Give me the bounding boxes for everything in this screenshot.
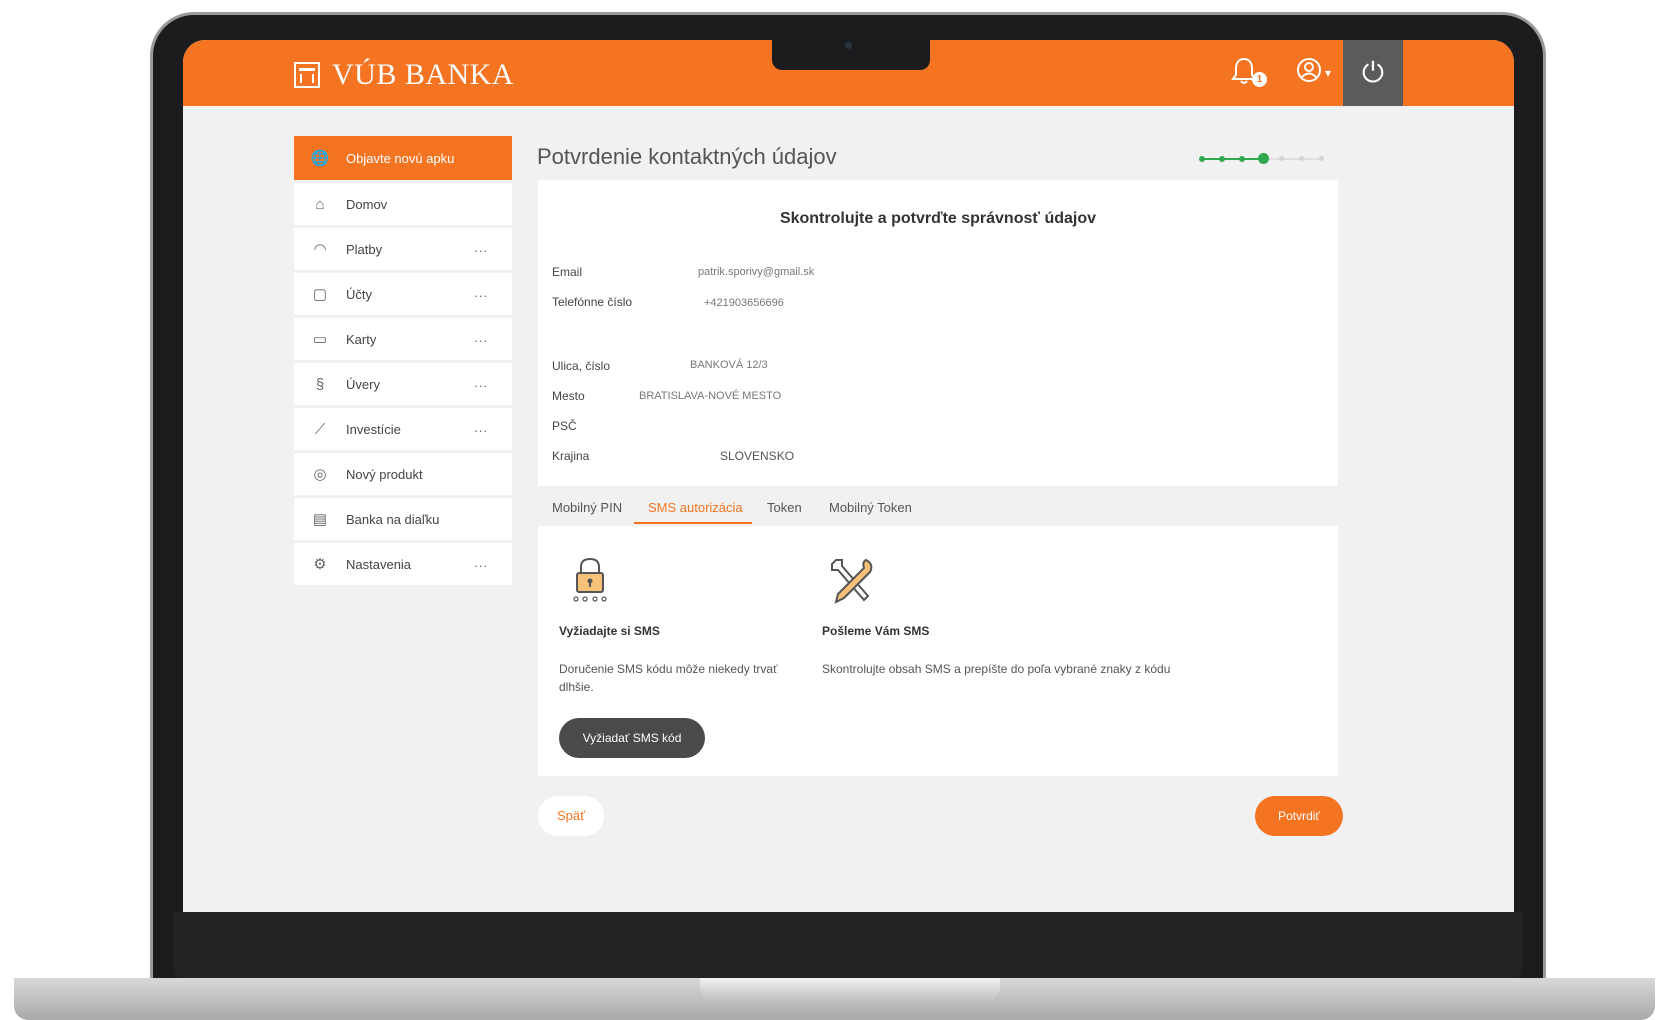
tab-sms-authorization[interactable]: SMS autorizácia: [648, 500, 743, 515]
sidebar-item-label: Banka na diaľku: [346, 511, 440, 527]
tab-token[interactable]: Token: [767, 500, 802, 515]
home-icon: ⌂: [315, 195, 325, 213]
street-label: Ulica, číslo: [552, 359, 611, 373]
loan-icon: §: [315, 375, 325, 393]
chevron-down-icon[interactable]: ▾: [1325, 66, 1331, 80]
active-tab-indicator: [634, 522, 752, 524]
sidebar-item-new-app[interactable]: 🌐 Objavte novú apku: [294, 136, 512, 180]
card-heading: Skontrolujte a potvrďte správnosť údajov: [779, 210, 1097, 227]
back-button[interactable]: Späť: [538, 796, 604, 836]
bank-logo-icon: [294, 62, 320, 88]
auth-tabs: Mobilný PIN SMS autorizácia Token Mobiln…: [538, 492, 1338, 524]
user-icon[interactable]: [1295, 56, 1323, 91]
send-sms-text: Skontrolujte obsah SMS a prepíšte do poľ…: [822, 662, 1171, 676]
more-icon[interactable]: ...: [474, 285, 488, 300]
tab-mobile-token[interactable]: Mobilný Token: [829, 500, 912, 515]
sidebar-item-label: Platby: [346, 241, 383, 257]
zip-label: PSČ: [552, 419, 577, 433]
sidebar-item-investments[interactable]: ⟋ Investície ...: [294, 408, 512, 450]
city-value: BRATISLAVA-NOVÉ MESTO: [639, 390, 782, 402]
sidebar-item-label: Investície: [346, 421, 401, 437]
progress-step: [1239, 156, 1245, 162]
power-icon: ⏻: [1361, 57, 1385, 88]
notification-badge: 1: [1252, 72, 1267, 87]
gear-icon: ⚙: [313, 556, 327, 573]
request-sms-code-button[interactable]: Vyžiadať SMS kód: [559, 718, 705, 758]
progress-step: [1299, 156, 1304, 161]
wallet-icon: ▢: [312, 286, 328, 303]
laptop-base-notch: [700, 978, 1000, 1002]
product-icon: ◎: [313, 466, 327, 483]
phone-value: +421903656696: [704, 297, 784, 309]
tab-mobile-pin[interactable]: Mobilný PIN: [552, 500, 622, 515]
clipboard-icon: ▤: [312, 511, 328, 528]
city-label: Mesto: [552, 389, 585, 403]
street-value: BANKOVÁ 12/3: [690, 359, 768, 371]
progress-step: [1319, 156, 1324, 161]
sidebar-item-settings[interactable]: ⚙ Nastavenia ...: [294, 543, 512, 585]
progress-step: [1279, 156, 1284, 161]
page-title: Potvrdenie kontaktných údajov: [537, 144, 837, 169]
sms-panel: Vyžiadajte si SMS Doručenie SMS kódu môž…: [538, 526, 1338, 776]
sidebar-item-remote-banking[interactable]: ▤ Banka na diaľku: [294, 498, 512, 540]
sidebar-item-label: Domov: [346, 196, 388, 212]
sidebar-item-home[interactable]: ⌂ Domov: [294, 183, 512, 225]
sidebar-item-label: Karty: [346, 331, 377, 347]
payments-icon: ◠: [313, 241, 327, 258]
progress-line-todo: [1267, 158, 1323, 160]
card-icon: ▭: [312, 331, 328, 348]
logout-button[interactable]: ⏻: [1343, 40, 1403, 106]
more-icon[interactable]: ...: [474, 375, 488, 390]
sidebar-item-accounts[interactable]: ▢ Účty ...: [294, 273, 512, 315]
request-sms-heading: Vyžiadajte si SMS: [559, 624, 660, 638]
phone-label: Telefónne číslo: [552, 295, 633, 309]
progress-stepper: [1199, 153, 1327, 164]
email-label: Email: [552, 265, 583, 279]
country-value: SLOVENSKO: [720, 449, 795, 463]
sidebar-item-label: Objavte novú apku: [346, 150, 455, 166]
country-label: Krajina: [552, 449, 590, 463]
more-icon[interactable]: ...: [474, 420, 488, 435]
sidebar-item-label: Nový produkt: [346, 466, 423, 482]
contact-details-card: Skontrolujte a potvrďte správnosť údajov…: [538, 180, 1338, 486]
sidebar-item-label: Nastavenia: [346, 556, 412, 572]
sidebar-item-loans[interactable]: § Úvery ...: [294, 363, 512, 405]
sidebar-item-label: Úvery: [346, 376, 380, 392]
confirm-button[interactable]: Potvrdiť: [1255, 796, 1343, 836]
more-icon[interactable]: ...: [474, 330, 488, 345]
globe-icon: 🌐: [310, 150, 330, 167]
email-value: patrik.sporivy@gmail.sk: [698, 266, 815, 278]
more-icon[interactable]: ...: [474, 555, 488, 570]
send-sms-heading: Pošleme Vám SMS: [822, 624, 930, 638]
request-sms-text: Doručenie SMS kódu môže niekedy trvať dl…: [559, 662, 778, 694]
sidebar-item-label: Účty: [346, 286, 372, 302]
tools-icon: [828, 556, 876, 611]
progress-step-current: [1258, 153, 1269, 164]
lock-icon: [570, 556, 610, 609]
progress-line-done: [1202, 158, 1264, 160]
progress-step: [1219, 156, 1225, 162]
screen: VÚB BANKA 1 ▾ ⏻ 🌐 Objavte novú apku ⌂ Do…: [183, 40, 1514, 912]
camera-icon: [845, 42, 852, 49]
more-icon[interactable]: ...: [474, 240, 488, 255]
chart-icon: ⟋: [314, 420, 326, 438]
sidebar-item-payments[interactable]: ◠ Platby ...: [294, 228, 512, 270]
sidebar-item-cards[interactable]: ▭ Karty ...: [294, 318, 512, 360]
sidebar-item-new-product[interactable]: ◎ Nový produkt: [294, 453, 512, 495]
progress-step: [1199, 156, 1205, 162]
laptop-bezel: [174, 912, 1522, 978]
sidebar: 🌐 Objavte novú apku ⌂ Domov ◠ Platby ...…: [294, 136, 512, 588]
vub-logo[interactable]: VÚB BANKA: [294, 58, 514, 92]
logo-text: VÚB BANKA: [332, 58, 515, 91]
